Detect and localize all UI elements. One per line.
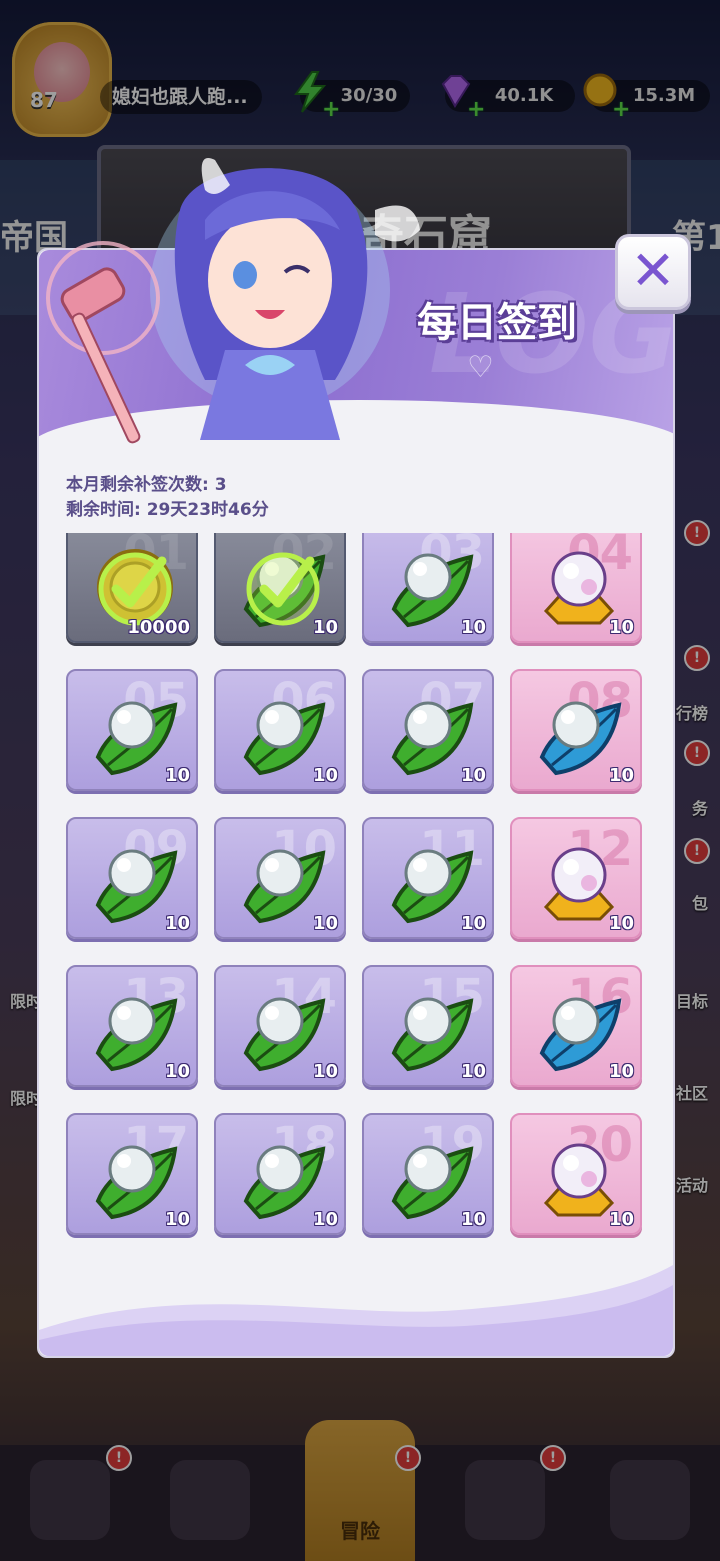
green-leaf-pearl-icon: [243, 997, 326, 1072]
reward-quantity: 10: [164, 913, 190, 934]
reward-quantity: 10: [460, 1209, 486, 1230]
green-leaf-pearl-icon: [391, 1145, 474, 1220]
reward-quantity: 10: [460, 617, 486, 638]
day-cell[interactable]: 04 10: [510, 533, 642, 643]
checkmark-icon: [246, 552, 320, 626]
day-cell[interactable]: 14 10: [214, 965, 346, 1087]
day-cell[interactable]: 17 10: [66, 1113, 198, 1235]
bottom-wave-decoration: [39, 1265, 673, 1356]
dialog-title: 每日签到: [417, 300, 577, 346]
reward-quantity: 10: [608, 765, 634, 786]
reward-quantity: 10: [312, 617, 338, 638]
reward-quantity: 10: [312, 765, 338, 786]
reward-quantity: 10: [164, 1061, 190, 1082]
reward-quantity: 10: [164, 1209, 190, 1230]
green-leaf-pearl-icon: [243, 1145, 326, 1220]
reward-grid: 0110000021003100410051006100710081009101…: [66, 533, 646, 1248]
day-cell[interactable]: 06 10: [214, 669, 346, 791]
day-cell[interactable]: 09 10: [66, 817, 198, 939]
day-cell[interactable]: 02 10: [214, 533, 346, 643]
reward-quantity: 10: [608, 913, 634, 934]
green-leaf-pearl-icon: [95, 1145, 178, 1220]
makeup-count-text: 本月剩余补签次数: 3: [66, 475, 227, 495]
hammer-icon: [46, 241, 160, 444]
reward-quantity: 10: [312, 1209, 338, 1230]
green-leaf-pearl-icon: [95, 701, 178, 776]
day-cell[interactable]: 10 10: [214, 817, 346, 939]
day-cell[interactable]: 16 10: [510, 965, 642, 1087]
time-left-text: 剩余时间: 29天23时46分: [66, 500, 269, 520]
day-cell[interactable]: 08 10: [510, 669, 642, 791]
reward-quantity: 10: [312, 1061, 338, 1082]
green-leaf-pearl-icon: [391, 701, 474, 776]
day-cell[interactable]: 11 10: [362, 817, 494, 939]
reward-quantity: 10: [608, 1209, 634, 1230]
day-cell[interactable]: 0110000: [66, 533, 198, 643]
reward-quantity: 10: [312, 913, 338, 934]
reward-quantity: 10: [460, 913, 486, 934]
gold-orb-icon: [543, 1143, 615, 1217]
blue-leaf-pearl-icon: [539, 997, 622, 1072]
blue-leaf-pearl-icon: [539, 701, 622, 776]
gold-orb-icon: [543, 551, 615, 625]
heart-icon: ♡: [467, 350, 494, 385]
reward-quantity: 10000: [127, 617, 190, 638]
reward-quantity: 10: [608, 1061, 634, 1082]
reward-quantity: 10: [164, 765, 190, 786]
day-cell[interactable]: 19 10: [362, 1113, 494, 1235]
day-cell[interactable]: 03 10: [362, 533, 494, 643]
checkmark-icon: [98, 552, 172, 626]
reward-quantity: 10: [460, 765, 486, 786]
reward-quantity: 10: [608, 617, 634, 638]
day-cell[interactable]: 12 10: [510, 817, 642, 939]
green-leaf-pearl-icon: [95, 997, 178, 1072]
day-cell[interactable]: 20 10: [510, 1113, 642, 1235]
day-cell[interactable]: 18 10: [214, 1113, 346, 1235]
green-leaf-pearl-icon: [243, 701, 326, 776]
gold-orb-icon: [543, 847, 615, 921]
close-button[interactable]: ✕: [615, 234, 691, 310]
close-icon: ✕: [630, 239, 676, 302]
day-cell[interactable]: 13 10: [66, 965, 198, 1087]
green-leaf-pearl-icon: [243, 849, 326, 924]
green-leaf-pearl-icon: [391, 997, 474, 1072]
green-leaf-pearl-icon: [95, 849, 178, 924]
green-leaf-pearl-icon: [391, 849, 474, 924]
day-cell[interactable]: 15 10: [362, 965, 494, 1087]
green-leaf-pearl-icon: [391, 553, 474, 628]
reward-quantity: 10: [460, 1061, 486, 1082]
day-cell[interactable]: 05 10: [66, 669, 198, 791]
day-cell[interactable]: 07 10: [362, 669, 494, 791]
